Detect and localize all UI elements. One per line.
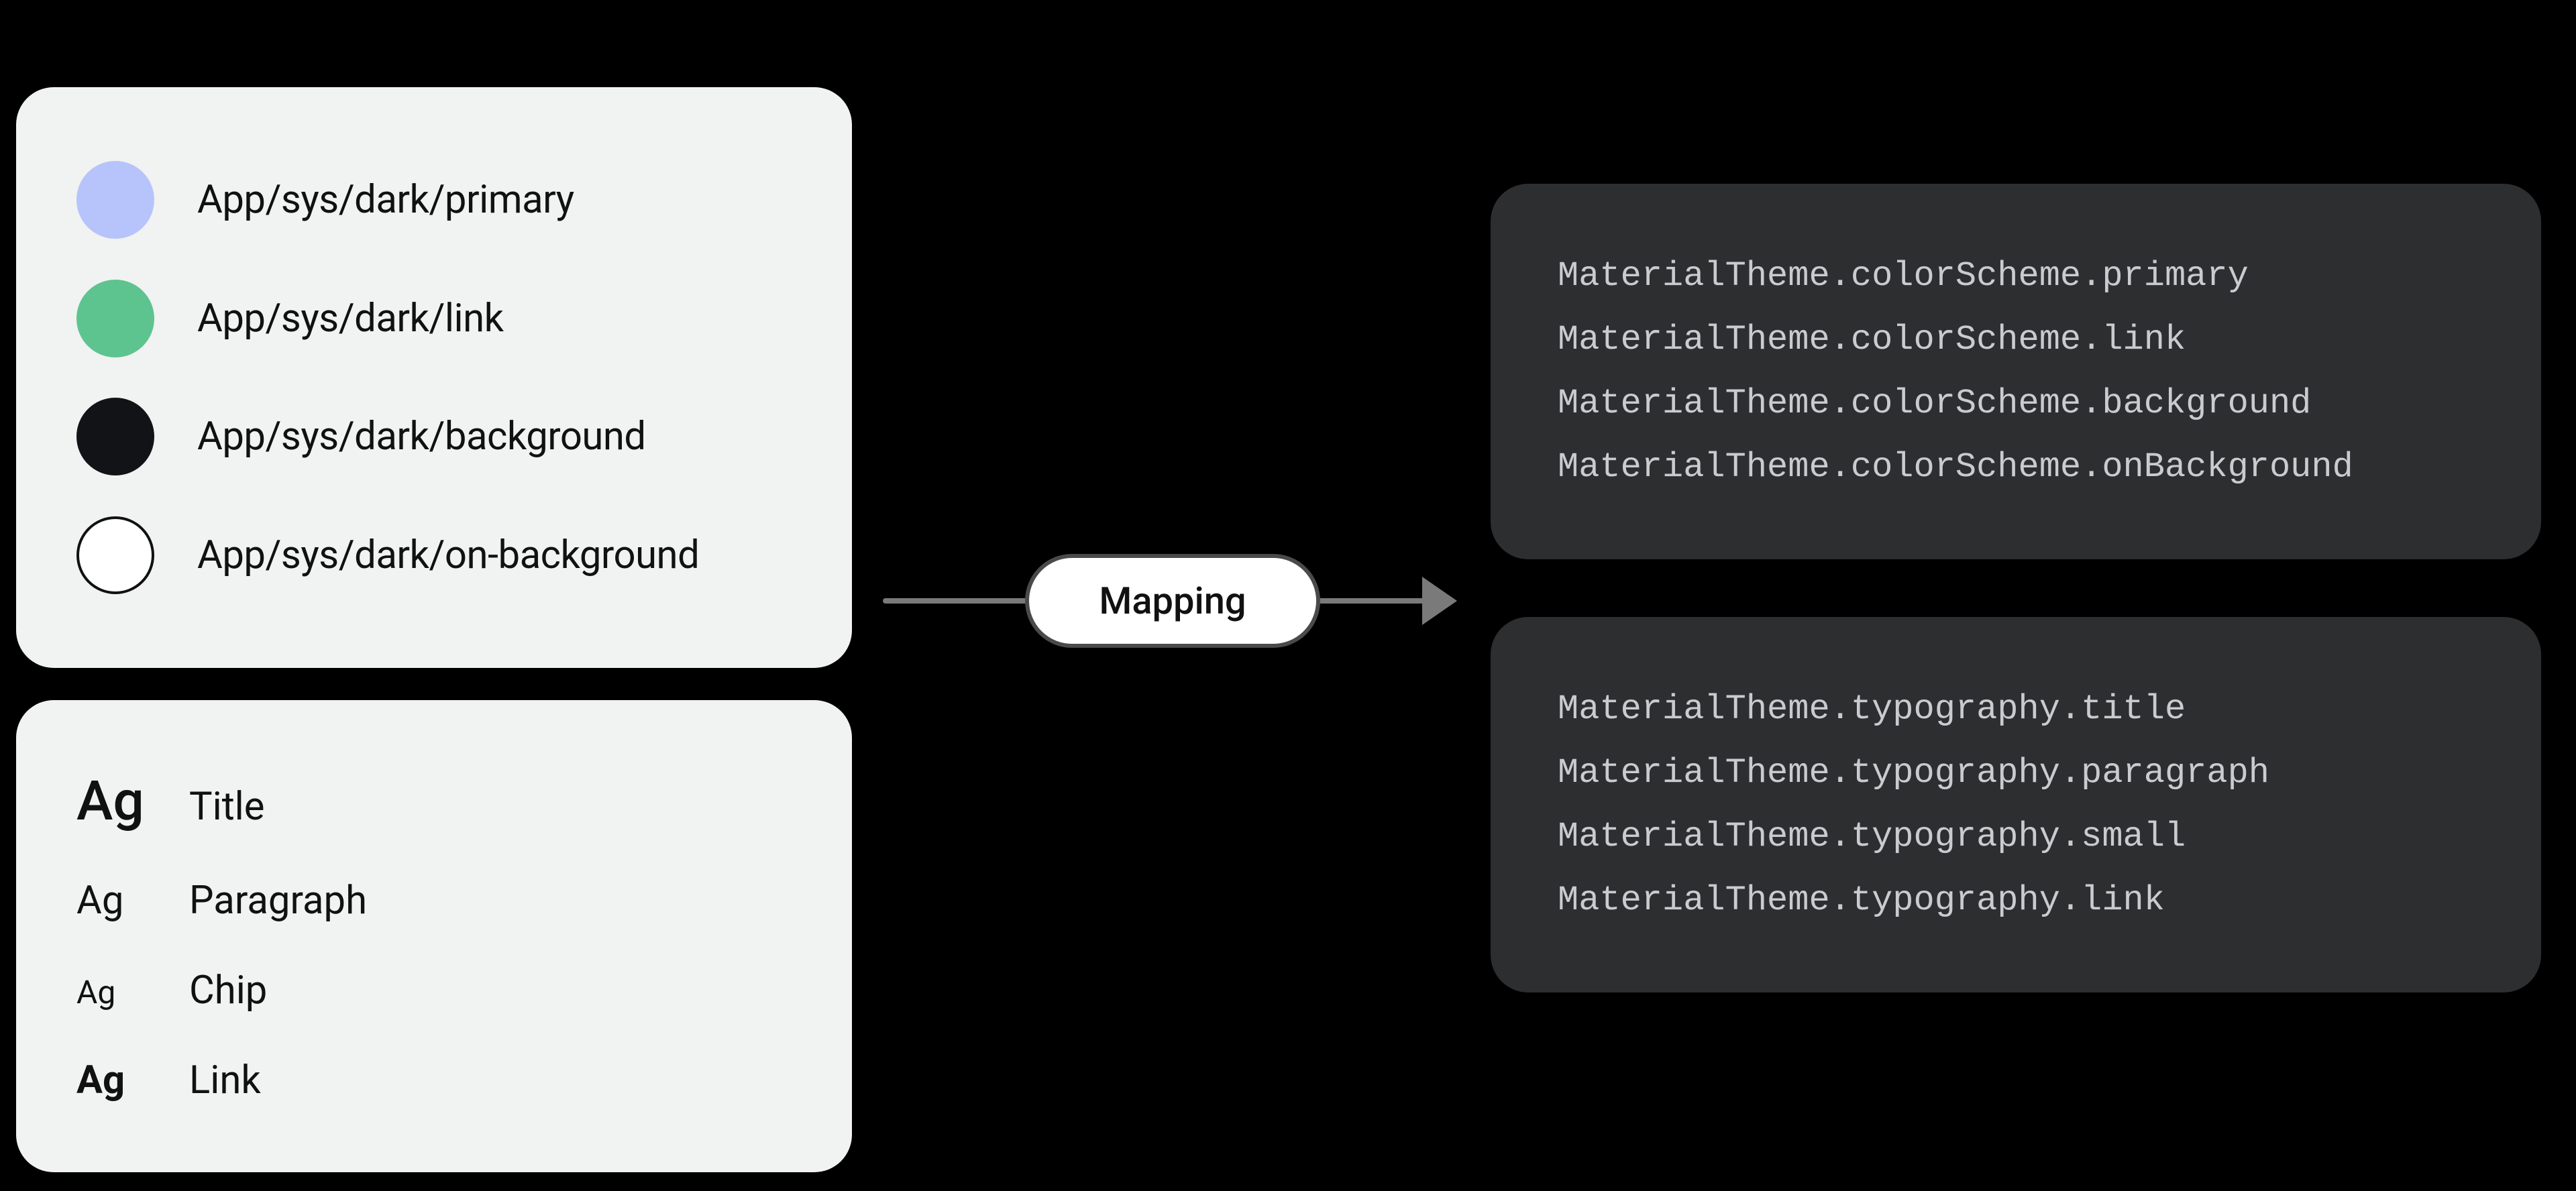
typo-sample-chip: Ag xyxy=(76,973,189,1011)
color-token-background: App/sys/dark/background xyxy=(76,398,792,475)
typo-token-link: Ag Link xyxy=(76,1058,792,1103)
arrow-line-right xyxy=(1315,598,1429,604)
code-line: MaterialTheme.colorScheme.onBackground xyxy=(1558,447,2474,487)
color-label-on-background: App/sys/dark/on-background xyxy=(197,532,699,578)
code-line: MaterialTheme.typography.link xyxy=(1558,881,2474,920)
color-token-on-background: App/sys/dark/on-background xyxy=(76,516,792,594)
code-line: MaterialTheme.colorScheme.primary xyxy=(1558,256,2474,296)
typo-label-paragraph: Paragraph xyxy=(189,878,367,923)
code-typography-card: MaterialTheme.typography.title MaterialT… xyxy=(1491,617,2541,992)
typo-sample-title: Ag xyxy=(76,769,189,834)
code-line: MaterialTheme.colorScheme.background xyxy=(1558,384,2474,423)
typo-label-link: Link xyxy=(189,1058,261,1103)
swatch-link xyxy=(76,280,154,357)
arrow-line-left xyxy=(883,598,1030,604)
design-tokens-colors-card: App/sys/dark/primary App/sys/dark/link A… xyxy=(16,87,852,668)
color-token-primary: App/sys/dark/primary xyxy=(76,161,792,239)
typo-token-chip: Ag Chip xyxy=(76,968,792,1013)
color-label-background: App/sys/dark/background xyxy=(197,414,646,459)
typo-token-title: Ag Title xyxy=(76,769,792,834)
color-token-link: App/sys/dark/link xyxy=(76,280,792,357)
swatch-background xyxy=(76,398,154,475)
arrow-head-icon xyxy=(1422,577,1457,625)
typo-sample-paragraph: Ag xyxy=(76,878,189,923)
mapping-pill: Mapping xyxy=(1025,554,1320,648)
mapping-label: Mapping xyxy=(1099,579,1246,623)
design-tokens-typography-card: Ag Title Ag Paragraph Ag Chip Ag Link xyxy=(16,700,852,1172)
typo-token-paragraph: Ag Paragraph xyxy=(76,878,792,923)
code-line: MaterialTheme.typography.title xyxy=(1558,689,2474,729)
typo-sample-link: Ag xyxy=(76,1058,189,1103)
swatch-primary xyxy=(76,161,154,239)
color-label-primary: App/sys/dark/primary xyxy=(197,177,574,223)
typo-label-title: Title xyxy=(189,784,265,830)
typo-label-chip: Chip xyxy=(189,968,267,1013)
code-line: MaterialTheme.colorScheme.link xyxy=(1558,320,2474,359)
code-colorscheme-card: MaterialTheme.colorScheme.primary Materi… xyxy=(1491,184,2541,559)
swatch-on-background xyxy=(76,516,154,594)
color-label-link: App/sys/dark/link xyxy=(197,296,504,341)
code-line: MaterialTheme.typography.paragraph xyxy=(1558,753,2474,793)
code-line: MaterialTheme.typography.small xyxy=(1558,817,2474,856)
